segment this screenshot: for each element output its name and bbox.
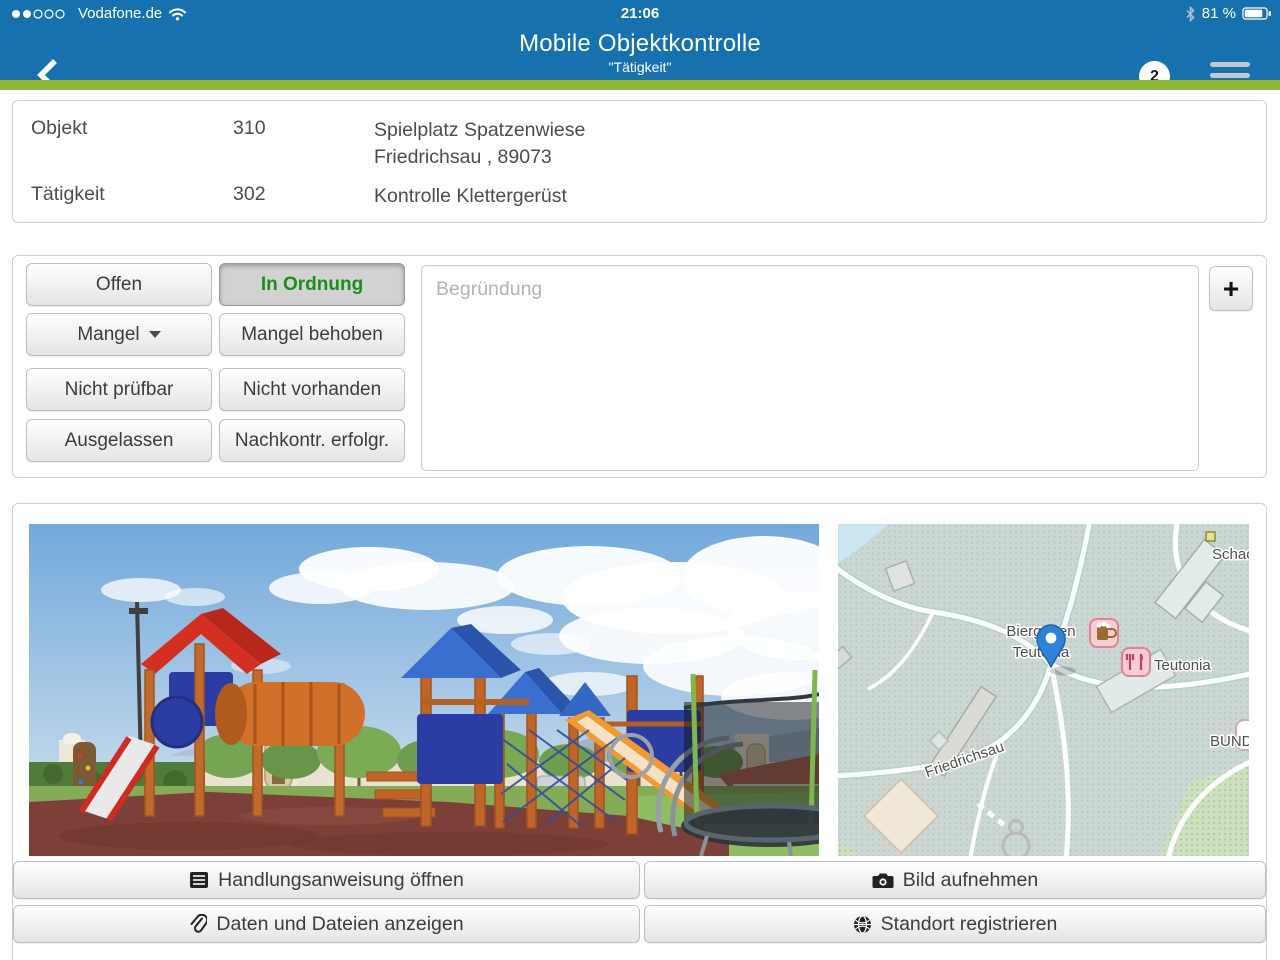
info-line: Kontrolle Klettergerüst	[374, 183, 567, 210]
paperclip-icon	[189, 914, 207, 934]
info-label: Tätigkeit	[31, 183, 233, 210]
info-description: Kontrolle Klettergerüst	[374, 183, 567, 210]
button-label: Bild aufnehmen	[903, 869, 1039, 892]
status-button-nicht-pruefbar[interactable]: Nicht prüfbar	[26, 368, 212, 411]
accent-bar	[0, 80, 1280, 90]
caret-down-icon	[149, 331, 161, 338]
status-button-in-ordnung[interactable]: In Ordnung	[219, 263, 405, 306]
begruendung-textarea[interactable]	[421, 265, 1199, 471]
menu-bar	[1210, 73, 1250, 78]
globe-icon	[853, 915, 872, 934]
status-button-nachkontrolle[interactable]: Nachkontr. erfolgr.	[219, 419, 405, 462]
show-files-button[interactable]: Daten und Dateien anzeigen	[13, 905, 640, 943]
info-label: Objekt	[31, 117, 233, 171]
info-code: 310	[233, 117, 374, 171]
status-button-mangel-behoben[interactable]: Mangel behoben	[219, 313, 405, 356]
map-label-bund: BUND	[1210, 733, 1249, 750]
status-button-ausgelassen[interactable]: Ausgelassen	[26, 419, 212, 462]
menu-bar	[1210, 62, 1250, 67]
instruction-list-icon	[189, 871, 209, 889]
status-button-label: Mangel	[77, 324, 139, 346]
playground-photo[interactable]	[29, 524, 819, 856]
clock: 21:06	[0, 5, 1280, 22]
register-location-button[interactable]: Standort registrieren	[644, 905, 1266, 943]
object-info-panel: Objekt 310 Spielplatz Spatzenwiese Fried…	[12, 100, 1267, 223]
bluetooth-icon	[1185, 6, 1196, 22]
app-screen: Vodafone.de 21:06 81 % Mobile Ob	[0, 0, 1280, 960]
info-line: Friedrichsau , 89073	[374, 144, 585, 171]
button-label: Daten und Dateien anzeigen	[216, 913, 463, 936]
battery-icon	[1242, 7, 1272, 20]
take-photo-button[interactable]: Bild aufnehmen	[644, 861, 1266, 899]
status-button-mangel[interactable]: Mangel	[26, 313, 212, 356]
status-button-offen[interactable]: Offen	[26, 263, 212, 306]
map-label-schach: Schac	[1212, 546, 1249, 563]
nav-bar: Mobile Objektkontrolle "Tätigkeit" 2	[0, 28, 1280, 80]
status-controls-panel: Offen In Ordnung Mangel Mangel behoben N…	[12, 255, 1267, 478]
open-instructions-button[interactable]: Handlungsanweisung öffnen	[13, 861, 640, 899]
page-subtitle: "Tätigkeit"	[0, 59, 1280, 75]
status-button-nicht-vorhanden[interactable]: Nicht vorhanden	[219, 368, 405, 411]
map-view[interactable]: Biergarten Teutonia Teutonia Schac BUND …	[838, 524, 1249, 856]
button-label: Handlungsanweisung öffnen	[218, 869, 464, 892]
beer-garden-icon	[1090, 619, 1118, 647]
add-note-button[interactable]: +	[1209, 266, 1253, 311]
button-label: Standort registrieren	[881, 913, 1058, 936]
battery-percent: 81 %	[1202, 5, 1236, 22]
info-row-taetigkeit: Tätigkeit 302 Kontrolle Klettergerüst	[31, 183, 567, 210]
restaurant-icon	[1122, 648, 1150, 676]
info-row-objekt: Objekt 310 Spielplatz Spatzenwiese Fried…	[31, 117, 585, 171]
info-description: Spielplatz Spatzenwiese Friedrichsau , 8…	[374, 117, 585, 171]
page-title: Mobile Objektkontrolle	[0, 30, 1280, 58]
info-code: 302	[233, 183, 374, 210]
status-bar: Vodafone.de 21:06 81 %	[0, 0, 1280, 28]
info-line: Spielplatz Spatzenwiese	[374, 117, 585, 144]
camera-icon	[872, 872, 894, 889]
map-label-teutonia: Teutonia	[1154, 657, 1211, 674]
